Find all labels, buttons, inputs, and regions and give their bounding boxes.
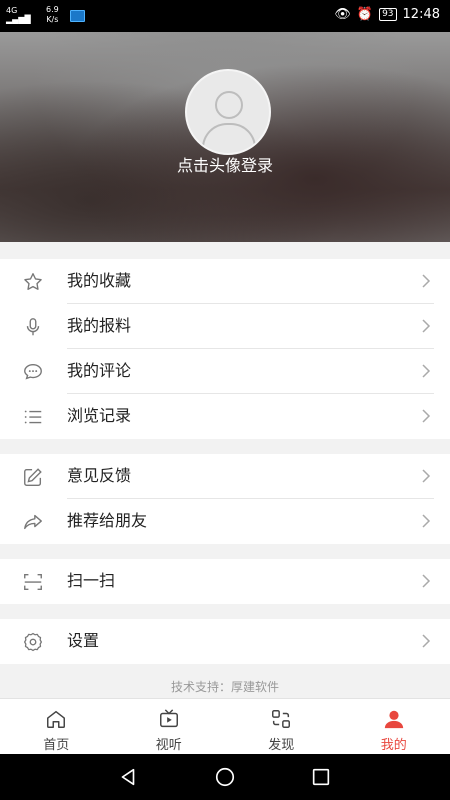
tab-home[interactable]: 首页 <box>0 699 113 755</box>
menu-item-label: 意见反馈 <box>67 466 132 485</box>
microphone-icon <box>26 318 40 336</box>
app-notification-icon <box>70 10 85 22</box>
menu-item-label: 设置 <box>67 631 100 650</box>
menu-item-favorites[interactable]: 我的收藏 <box>0 259 450 304</box>
alarm-icon: ⏰ <box>356 7 374 22</box>
menu-item-label: 我的评论 <box>67 361 132 380</box>
scan-icon <box>24 573 42 591</box>
menu-group-personal: 我的收藏 我的报料 我的评论 浏览记录 <box>0 259 450 439</box>
tv-play-icon <box>159 709 178 728</box>
menu-item-label: 我的报料 <box>67 316 132 335</box>
profile-header: 点击头像登录 <box>0 32 450 242</box>
tech-support-credit: 技术支持：厚建软件 <box>170 680 279 694</box>
chevron-right-icon <box>422 574 431 588</box>
tab-label: 我的 <box>380 738 407 753</box>
tab-audio-video[interactable]: 视听 <box>113 699 226 755</box>
status-bar: 4G ▂▄▆█ 6.9 K/s 👁 ⏰ 93 12:48 <box>0 0 450 32</box>
discover-icon <box>272 710 291 728</box>
tab-label: 视听 <box>155 738 182 753</box>
gear-icon <box>24 632 42 652</box>
menu-item-settings[interactable]: 设置 <box>0 619 450 664</box>
chevron-right-icon <box>422 634 431 648</box>
menu-item-feedback[interactable]: 意见反馈 <box>0 454 450 499</box>
network-speed: 6.9 K/s <box>46 5 59 24</box>
recents-icon[interactable] <box>310 766 332 788</box>
battery-indicator: 93 <box>379 8 397 21</box>
menu-group-settings: 设置 <box>0 619 450 664</box>
tab-discover[interactable]: 发现 <box>225 699 338 755</box>
tab-label: 发现 <box>268 738 295 753</box>
edit-icon <box>24 468 42 486</box>
system-navigation-bar <box>0 754 450 800</box>
menu-item-history[interactable]: 浏览记录 <box>0 394 450 439</box>
menu-item-label: 推荐给朋友 <box>67 511 148 530</box>
login-prompt[interactable]: 点击头像登录 <box>0 152 450 176</box>
menu-item-label: 扫一扫 <box>67 571 116 590</box>
signal-indicator: 4G ▂▄▆█ <box>6 6 31 24</box>
menu-group-scan: 扫一扫 <box>0 559 450 604</box>
menu-item-recommend[interactable]: 推荐给朋友 <box>0 499 450 544</box>
comment-icon <box>24 363 42 380</box>
menu-item-label: 浏览记录 <box>67 406 132 425</box>
avatar[interactable] <box>185 69 271 155</box>
tab-mine[interactable]: 我的 <box>338 699 450 755</box>
menu-item-label: 我的收藏 <box>67 271 132 290</box>
star-icon <box>24 273 42 290</box>
chevron-right-icon <box>422 274 431 288</box>
menu-item-scan[interactable]: 扫一扫 <box>0 559 450 604</box>
menu-item-comments[interactable]: 我的评论 <box>0 349 450 394</box>
back-icon[interactable] <box>117 766 139 788</box>
list-icon <box>24 410 42 424</box>
chevron-right-icon <box>422 319 431 333</box>
tab-label: 首页 <box>43 738 70 753</box>
person-icon <box>384 710 403 729</box>
chevron-right-icon <box>422 409 431 423</box>
menu-group-feedback: 意见反馈 推荐给朋友 <box>0 454 450 544</box>
home-icon <box>47 710 66 728</box>
bottom-tab-bar: 首页 视听 发现 我的 <box>0 698 450 755</box>
home-circle-icon[interactable] <box>214 766 236 788</box>
clock: 12:48 <box>402 7 440 22</box>
chevron-right-icon <box>422 364 431 378</box>
menu-item-reports[interactable]: 我的报料 <box>0 304 450 349</box>
chevron-right-icon <box>422 469 431 483</box>
eye-icon: 👁 <box>334 7 351 22</box>
chevron-right-icon <box>422 514 431 528</box>
share-icon <box>24 514 42 530</box>
